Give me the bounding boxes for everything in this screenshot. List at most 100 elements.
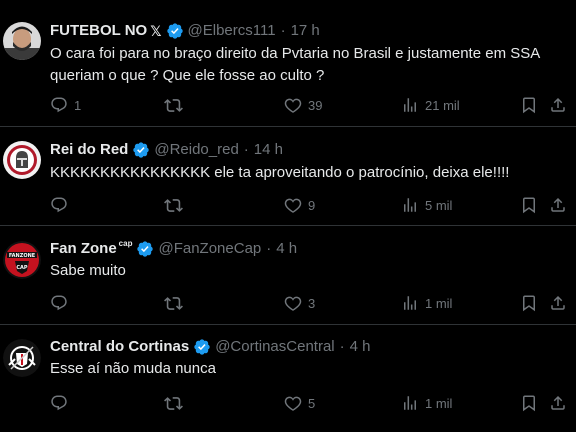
display-name[interactable]: Fan Zone	[50, 239, 117, 259]
retweet-icon	[164, 98, 183, 112]
avatar[interactable]	[3, 141, 41, 179]
tweet-text: Esse aí não muda nunca	[50, 360, 216, 377]
reply-icon	[51, 395, 67, 411]
views-count: 1 mil	[425, 395, 453, 411]
like-button[interactable]: 5	[284, 393, 315, 413]
separator-dot: ·	[280, 22, 286, 39]
like-button[interactable]: 9	[284, 195, 315, 215]
user-handle[interactable]: @FanZoneCap	[158, 239, 261, 259]
tweet-4[interactable]: Central do Cortinas @CortinasCentral · 4…	[0, 325, 576, 432]
share-button[interactable]	[549, 95, 567, 115]
tweet-text: KKKKKKKKKKKKKKKK ele ta aproveitando o p…	[50, 164, 510, 181]
views-button[interactable]: 1 mil	[401, 393, 452, 413]
user-handle[interactable]: @CortinasCentral	[215, 337, 334, 357]
retweet-button[interactable]	[164, 195, 189, 215]
reply-icon	[51, 295, 67, 311]
verified-badge-icon	[137, 241, 154, 257]
verified-badge-icon	[133, 142, 150, 158]
timestamp[interactable]: 14 h	[254, 140, 283, 160]
retweet-button[interactable]	[164, 95, 189, 115]
retweet-icon	[164, 296, 183, 310]
views-count: 21 mil	[425, 97, 460, 113]
knight-crest-icon	[3, 141, 41, 179]
retweet-button[interactable]	[164, 393, 189, 413]
x-logo-icon: 𝕏	[150, 23, 162, 39]
verified-badge-icon	[166, 23, 183, 39]
reply-button[interactable]: 1	[50, 95, 81, 115]
tweet-2[interactable]: Rei do Red @Reido_red · 14 h KKKKKKKKKKK…	[0, 127, 576, 226]
tweet-1[interactable]: FUTEBOL NO 𝕏 @Elbercs111 · 17 h O cara f…	[0, 0, 576, 127]
views-chart-icon	[404, 198, 416, 212]
fanzone-badge-text: FANZONE	[9, 253, 36, 259]
retweet-icon	[164, 396, 183, 410]
tweet-text: Sabe muito	[50, 262, 126, 279]
share-button[interactable]	[549, 393, 567, 413]
views-count: 1 mil	[425, 295, 453, 311]
person-photo-icon	[3, 22, 41, 60]
user-handle[interactable]: @Reido_red	[154, 140, 238, 160]
reply-button[interactable]	[50, 393, 74, 413]
like-count: 5	[308, 395, 316, 411]
bookmark-button[interactable]	[520, 195, 538, 215]
like-button[interactable]: 39	[284, 95, 322, 115]
separator-dot: ·	[266, 240, 272, 257]
tweet-actions: 1 39 21 mil	[50, 95, 566, 115]
separator-dot: ·	[243, 141, 249, 158]
bookmark-button[interactable]	[520, 293, 538, 313]
heart-icon	[284, 198, 302, 213]
like-count: 39	[308, 97, 323, 113]
timestamp[interactable]: 4 h	[276, 239, 297, 259]
share-icon	[551, 197, 565, 212]
avatar[interactable]	[3, 22, 41, 60]
retweet-button[interactable]	[164, 293, 189, 313]
tweet-text: O cara foi para no braço direito da Pvta…	[50, 45, 540, 84]
tweet-3[interactable]: FANZONE CAP Fan Zone cap @FanZoneCap · 4…	[0, 226, 576, 325]
tweet-actions: 5 1 mil	[50, 393, 566, 413]
share-icon	[551, 295, 565, 310]
share-button[interactable]	[549, 195, 567, 215]
views-button[interactable]: 1 mil	[401, 293, 452, 313]
tweet-header: Rei do Red @Reido_red · 14 h	[50, 140, 283, 160]
reply-count: 1	[74, 97, 82, 113]
timestamp[interactable]: 4 h	[350, 337, 371, 357]
heart-icon	[284, 296, 302, 311]
share-icon	[551, 395, 565, 410]
tweet-header: FUTEBOL NO 𝕏 @Elbercs111 · 17 h	[50, 21, 320, 41]
reply-button[interactable]	[50, 293, 74, 313]
display-name[interactable]: Central do Cortinas	[50, 337, 189, 357]
views-button[interactable]: 21 mil	[401, 95, 460, 115]
tweet-header: Central do Cortinas @CortinasCentral · 4…	[50, 337, 370, 357]
heart-icon	[284, 396, 302, 411]
tweet-actions: 9 5 mil	[50, 195, 566, 215]
corinthians-crest-icon	[3, 339, 41, 377]
reply-button[interactable]	[50, 195, 74, 215]
share-button[interactable]	[549, 293, 567, 313]
like-count: 3	[308, 295, 316, 311]
views-count: 5 mil	[425, 197, 453, 213]
views-chart-icon	[404, 98, 416, 112]
bookmark-icon	[523, 395, 535, 412]
reply-icon	[51, 97, 67, 113]
views-button[interactable]: 5 mil	[401, 195, 452, 215]
avatar[interactable]: FANZONE CAP	[3, 241, 41, 279]
views-chart-icon	[404, 396, 416, 410]
reply-icon	[51, 197, 67, 213]
avatar[interactable]	[3, 339, 41, 377]
display-name[interactable]: Rei do Red	[50, 140, 128, 160]
heart-icon	[284, 98, 302, 113]
display-name[interactable]: FUTEBOL NO	[50, 21, 147, 41]
bookmark-icon	[523, 97, 535, 114]
share-icon	[551, 97, 565, 112]
retweet-icon	[164, 198, 183, 212]
bookmark-icon	[523, 197, 535, 214]
bookmark-icon	[523, 295, 535, 312]
name-suffix: cap	[118, 239, 133, 248]
verified-badge-icon	[194, 339, 210, 355]
bookmark-button[interactable]	[520, 95, 538, 115]
tweet-header: Fan Zone cap @FanZoneCap · 4 h	[50, 239, 297, 259]
user-handle[interactable]: @Elbercs111	[188, 21, 276, 41]
timestamp[interactable]: 17 h	[291, 21, 320, 41]
like-button[interactable]: 3	[284, 293, 315, 313]
fanzone-badge-icon: FANZONE CAP	[3, 241, 41, 279]
bookmark-button[interactable]	[520, 393, 538, 413]
